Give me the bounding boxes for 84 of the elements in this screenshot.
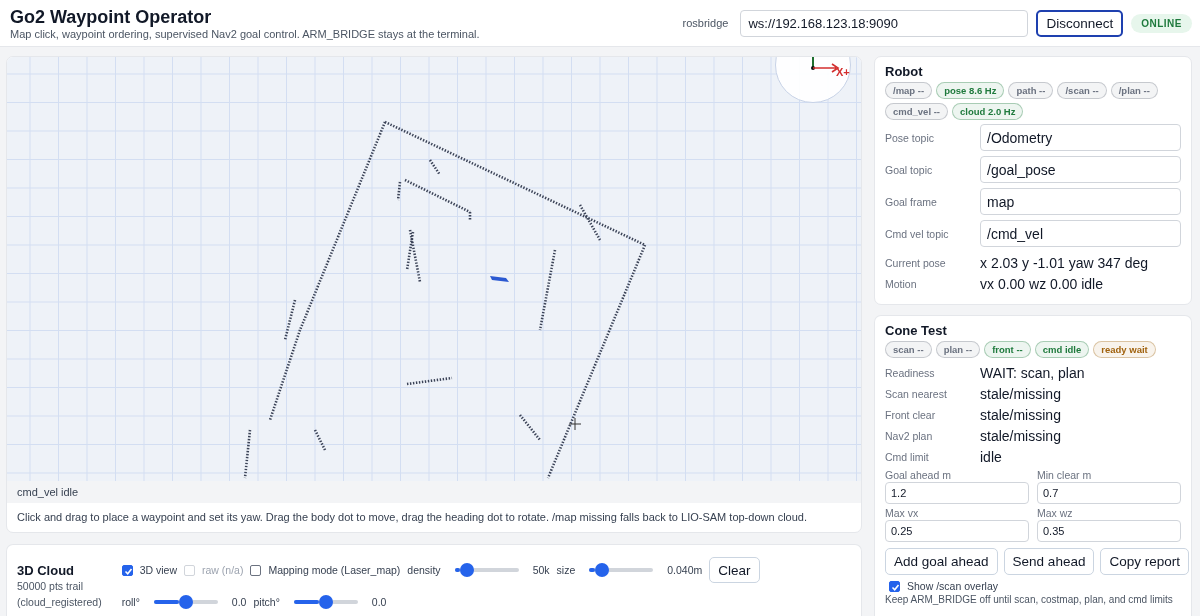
slider-fill: [153, 600, 179, 604]
slider-value: 0.0: [371, 596, 387, 608]
readout-value: stale/missing: [980, 406, 1062, 423]
app-subtitle: Map click, waypoint ordering, supervised Nav2 goal control. ARM_BRIDGE stays at the terminal.: [10, 27, 480, 40]
url-field[interactable]: ws://192.168.123.18:9090: [740, 9, 1029, 37]
readout-label: Motion: [885, 277, 918, 290]
input-field[interactable]: 0.35: [1037, 520, 1181, 542]
slider-label: size: [556, 564, 576, 576]
slider-thumb[interactable]: [178, 595, 193, 609]
slider-thumb[interactable]: [595, 563, 610, 577]
field-label: Max vx: [885, 507, 920, 519]
status-badge: ONLINE: [1131, 13, 1192, 33]
slider-label: roll°: [121, 596, 140, 608]
cloud-info: (cloud_registered): [17, 595, 102, 610]
readout-label: Cmd limit: [885, 450, 930, 463]
field-label: Goal ahead m: [885, 469, 952, 481]
checkbox-label: Mapping mode (Laser_map): [268, 564, 401, 576]
readout-value: idle: [980, 448, 1003, 465]
map-hint: Click and drag to place a waypoint and set its yaw. Drag the body dot to move, drag the heading dot to rotate. /map missing falls back to LIO-SAM top-down cloud.: [16, 510, 808, 525]
slider-label: density: [407, 564, 441, 576]
map-canvas[interactable]: X+: [7, 57, 861, 481]
checkbox[interactable]: [889, 580, 900, 592]
status-chip: cmd idle: [1034, 341, 1090, 358]
input-field[interactable]: /goal_pose: [980, 156, 1181, 183]
field-label: Max wz: [1037, 507, 1074, 519]
topic-chip: pose 8.6 Hz: [936, 82, 1005, 99]
action-button[interactable]: Add goal ahead: [885, 548, 998, 575]
input-field[interactable]: map: [980, 188, 1181, 215]
disconnect-button[interactable]: Disconnect: [1036, 9, 1124, 37]
slider-fill: [589, 568, 596, 572]
readout-value: stale/missing: [980, 385, 1062, 402]
slider-thumb[interactable]: [460, 563, 475, 577]
note-text: Keep ARM_BRIDGE off until scan, costmap, plan, and cmd limits: [885, 594, 1174, 605]
readout-label: Nav2 plan: [885, 429, 934, 442]
slider-value: 50k: [532, 564, 550, 576]
status-chip: scan --: [885, 341, 932, 358]
checkbox-label: Show /scan overlay: [907, 580, 999, 592]
slider-fill: [454, 568, 461, 572]
readout-label: Front clear: [885, 408, 937, 421]
slider-fill: [293, 600, 319, 604]
axis-label: X+: [836, 66, 850, 78]
checkbox-label: raw (n/a): [202, 564, 244, 576]
field-label: Goal topic: [885, 163, 934, 176]
input-field[interactable]: 0.7: [1037, 482, 1181, 504]
status-chip: plan --: [935, 341, 981, 358]
readout-label: Scan nearest: [885, 387, 948, 400]
cloud-title: 3D Cloud: [17, 563, 76, 578]
readout-value: WAIT: scan, plan: [980, 364, 1086, 381]
panel-title: Cone Test: [885, 323, 948, 338]
readout-value: x 2.03 y -1.01 yaw 347 deg: [980, 254, 1150, 271]
clear-button[interactable]: Clear: [709, 557, 760, 583]
field-label: Min clear m: [1037, 469, 1093, 481]
topic-chip: /map --: [885, 82, 933, 99]
topic-chip: cloud 2.0 Hz: [952, 103, 1024, 120]
input-field[interactable]: 0.25: [885, 520, 1029, 542]
topic-chip: path --: [1008, 82, 1054, 99]
readout-label: Readiness: [885, 366, 936, 379]
slider-value: 0.0: [231, 596, 247, 608]
checkbox[interactable]: [121, 564, 133, 576]
input-field[interactable]: /cmd_vel: [980, 220, 1181, 247]
action-button[interactable]: Copy report: [1100, 548, 1189, 575]
connection-label: rosbridge: [682, 17, 729, 29]
readout-label: Current pose: [885, 256, 947, 269]
readout-value: stale/missing: [980, 427, 1062, 444]
cloud-info: 50000 pts trail: [17, 579, 84, 594]
slider-value: 0.040m: [667, 564, 703, 576]
slider-thumb[interactable]: [318, 595, 333, 609]
field-label: Pose topic: [885, 131, 936, 144]
status-chip: ready wait: [1093, 341, 1156, 358]
topic-chip: /plan --: [1110, 82, 1158, 99]
checkbox[interactable]: [250, 564, 262, 576]
field-label: Cmd vel topic: [885, 227, 950, 240]
status-chip: front --: [984, 341, 1031, 358]
field-label: Goal frame: [885, 195, 938, 208]
input-field[interactable]: /Odometry: [980, 124, 1181, 151]
action-button[interactable]: Send ahead: [1003, 548, 1095, 575]
readout-value: vx 0.00 wz 0.00 idle: [980, 275, 1104, 292]
topic-chip: cmd_vel --: [885, 103, 948, 120]
app-title: Go2 Waypoint Operator: [10, 6, 213, 27]
topic-chip: /scan --: [1057, 82, 1107, 99]
slider-label: pitch°: [253, 596, 280, 608]
checkbox-label: 3D view: [139, 564, 177, 576]
panel-title: Robot: [885, 64, 924, 79]
input-field[interactable]: 1.2: [885, 482, 1029, 504]
